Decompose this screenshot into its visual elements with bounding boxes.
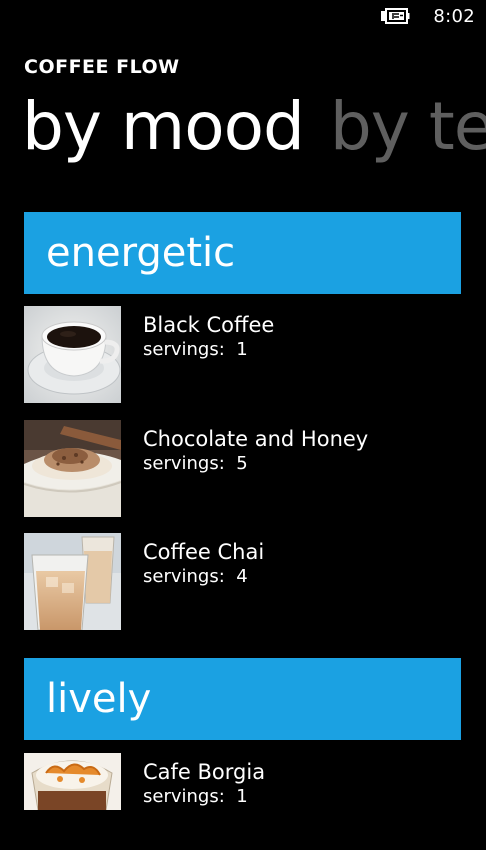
list-item-text: Coffee Chai servings: 4 <box>143 539 264 589</box>
list-item-text: Cafe Borgia servings: 1 <box>143 759 265 809</box>
black-coffee-photo <box>24 306 121 403</box>
group-header-energetic[interactable]: energetic <box>24 212 461 294</box>
pivot-item-by-temperature[interactable]: by te <box>330 88 486 165</box>
item-servings: servings: 5 <box>143 453 248 474</box>
list-item-text: Black Coffee servings: 1 <box>143 312 274 362</box>
coffee-chai-photo <box>24 533 121 630</box>
item-name: Cafe Borgia <box>143 760 266 784</box>
clock: 8:02 <box>433 6 475 27</box>
item-name: Black Coffee <box>143 313 275 337</box>
status-bar: 8:02 <box>0 0 486 34</box>
battery-charging-icon <box>381 8 410 24</box>
pivot-item-by-mood[interactable]: by mood <box>22 88 305 165</box>
pivot-header: by mood by te <box>22 82 486 172</box>
item-servings: servings: 1 <box>143 786 248 807</box>
chocolate-honey-photo <box>24 420 121 517</box>
item-servings: servings: 4 <box>143 566 248 587</box>
app-title: COFFEE FLOW <box>24 56 180 78</box>
item-servings: servings: 1 <box>143 339 248 360</box>
item-name: Coffee Chai <box>143 540 265 564</box>
list-item-text: Chocolate and Honey servings: 5 <box>143 426 368 476</box>
item-name: Chocolate and Honey <box>143 427 369 451</box>
group-header-lively[interactable]: lively <box>24 658 461 740</box>
cafe-borgia-photo <box>24 753 121 810</box>
